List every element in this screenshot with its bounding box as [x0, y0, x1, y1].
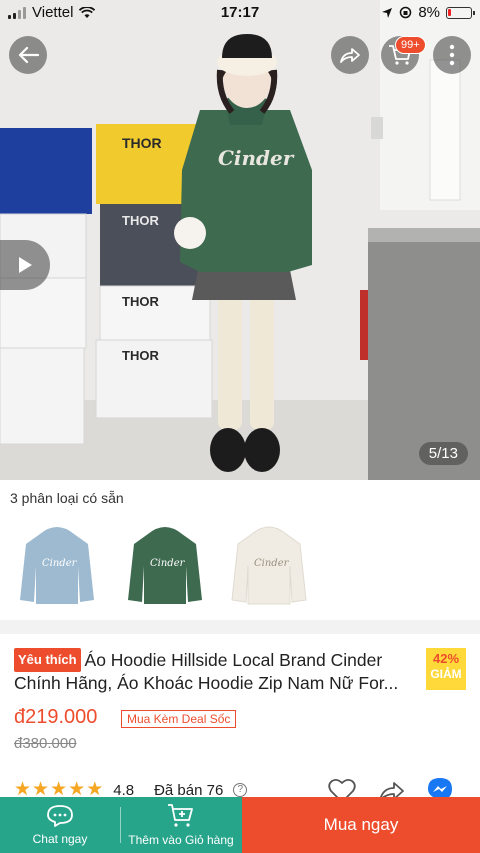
more-vertical-icon [449, 44, 455, 66]
location-icon [382, 7, 393, 18]
section-divider [0, 620, 480, 634]
chat-button[interactable]: Chat ngay [0, 797, 120, 853]
variant-blue-hoodie[interactable]: Cinder [10, 516, 104, 612]
battery-percent: 8% [418, 4, 440, 21]
help-icon[interactable]: ? [233, 783, 248, 797]
product-info: Yêu thích Áo Hoodie Hillside Local Brand … [0, 634, 480, 804]
original-price: đ380.000 [14, 735, 77, 752]
variants-title: 3 phân loại có sẵn [10, 490, 124, 506]
hoodie-print: Cinder [218, 146, 295, 170]
cart-count-badge: 99+ [395, 36, 426, 54]
bottom-divider [120, 807, 121, 843]
chat-label: Chat ngay [32, 832, 88, 846]
image-counter: 5/13 [418, 442, 468, 465]
chat-icon [47, 805, 73, 827]
product-price: đ219.000 [14, 706, 98, 728]
hoodie-print-text: Cinder [254, 558, 290, 569]
share-button[interactable] [331, 36, 369, 74]
discount-badge: 42% GIẢM [426, 648, 466, 690]
box-brand-2: THOR [122, 213, 159, 228]
box-brand-1: THOR [122, 135, 162, 151]
hoodie-print-text: Cinder [150, 558, 186, 569]
hoodie-thumbnail: Cinder [20, 527, 94, 604]
discount-label: GIẢM [430, 667, 462, 681]
box-brand-4: THOR [122, 348, 159, 363]
status-bar: Viettel 17:17 8% [0, 0, 480, 26]
variant-green-hoodie[interactable]: Cinder [118, 516, 212, 612]
status-right: 8% [381, 4, 475, 21]
arrow-left-icon [18, 46, 39, 64]
rotation-lock-icon [400, 6, 412, 19]
back-button[interactable] [9, 36, 47, 74]
buy-now-button[interactable]: Mua ngay [242, 797, 480, 853]
variant-cream-hoodie[interactable]: Cinder [222, 516, 316, 612]
sold-count: Đã bán 76 [154, 781, 224, 799]
play-video-button[interactable] [0, 240, 50, 290]
product-title: Yêu thích Áo Hoodie Hillside Local Brand … [14, 648, 426, 694]
bottom-action-bar: Chat ngay Thêm vào Giỏ hàng Mua ngay [0, 797, 480, 853]
add-to-cart-icon [168, 804, 193, 827]
hoodie-thumbnail: Cinder [128, 527, 202, 604]
play-icon [19, 257, 32, 273]
discount-percent: 42% [432, 651, 460, 666]
hoodie-thumbnail: Cinder [231, 526, 307, 605]
product-image[interactable]: THOR THOR THOR THOR Cinder 99+ 5/13 [0, 0, 480, 480]
add-to-cart-button[interactable]: Thêm vào Giỏ hàng [120, 797, 242, 853]
rating-value: 4.8 [113, 781, 135, 799]
hoodie-print-text: Cinder [42, 558, 78, 569]
share-arrow-icon [340, 48, 360, 63]
variants-section: 3 phân loại có sẵn Cinder Cinder Cinder [0, 480, 480, 620]
deal-tag[interactable]: Mua Kèm Deal Sốc [121, 710, 237, 728]
more-options-button[interactable] [433, 36, 471, 74]
battery-icon [446, 6, 475, 19]
add-to-cart-label: Thêm vào Giỏ hàng [128, 833, 234, 847]
bottom-left-group: Chat ngay Thêm vào Giỏ hàng [0, 797, 242, 853]
box-brand-3: THOR [122, 294, 159, 309]
favorite-badge: Yêu thích [14, 648, 81, 672]
